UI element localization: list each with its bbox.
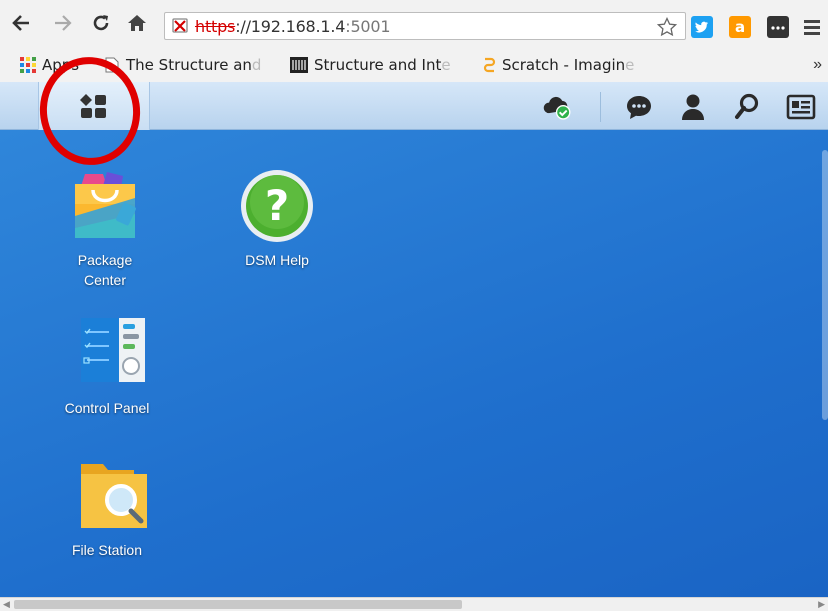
url-scheme: https (195, 17, 236, 36)
scroll-right-arrow-icon[interactable]: ▶ (818, 599, 825, 610)
dsm-desktop: Package Center ? DSM Help Control Panel … (0, 130, 828, 597)
help-icon: ? (237, 166, 317, 246)
reload-button[interactable] (88, 10, 114, 36)
bookmark-scratch[interactable]: Scratch - Imagine (482, 54, 650, 76)
chrome-menu-icon[interactable] (800, 15, 824, 39)
amazon-extension-icon[interactable]: a (728, 15, 752, 39)
sicp-book-icon (290, 57, 308, 73)
file-station-label: File Station (71, 542, 143, 558)
back-button[interactable] (8, 10, 34, 36)
taskbar-divider (600, 92, 601, 122)
bookmarks-overflow-button[interactable]: » (813, 56, 822, 74)
dsm-help-label: DSM Help (245, 252, 309, 268)
apps-grid-icon (20, 57, 36, 73)
horizontal-scroll-thumb[interactable] (14, 600, 462, 609)
url-text: https://192.168.1.4:5001 (195, 17, 391, 36)
scroll-left-arrow-icon[interactable]: ◀ (3, 599, 10, 610)
browser-toolbar: https://192.168.1.4:5001 a (0, 0, 828, 48)
shortcut-dsm-help[interactable]: ? DSM Help (222, 166, 332, 270)
control-panel-label: Control Panel (64, 400, 150, 416)
shortcut-control-panel[interactable]: Control Panel (52, 314, 162, 418)
shortcut-file-station[interactable]: File Station (52, 456, 162, 560)
twitter-extension-icon[interactable] (690, 15, 714, 39)
url-port: :5001 (345, 17, 391, 36)
horizontal-scrollbar[interactable]: ◀ ▶ (0, 597, 828, 611)
notifications-icon[interactable] (624, 92, 654, 122)
widgets-icon[interactable] (786, 92, 816, 122)
home-icon (128, 15, 146, 31)
svg-text:a: a (735, 18, 745, 36)
svg-text:?: ? (265, 181, 289, 230)
bookmark-star-icon[interactable] (657, 17, 677, 37)
package-center-icon (65, 166, 145, 246)
file-station-icon (67, 456, 147, 536)
url-host: ://192.168.1.4 (235, 17, 346, 36)
bookmark-structure-an[interactable]: The Structure and (104, 54, 274, 76)
forward-button[interactable] (50, 10, 76, 36)
back-arrow-icon (12, 15, 29, 31)
bookmark-label: Scratch - Imagine (502, 56, 635, 74)
cloud-sync-status-icon[interactable] (542, 92, 572, 122)
more-extension-icon[interactable] (766, 15, 790, 39)
vertical-scrollbar[interactable] (822, 150, 828, 420)
package-center-label: Package Center (77, 252, 133, 288)
control-panel-icon (67, 314, 147, 394)
scratch-icon (483, 57, 496, 73)
reload-icon (93, 15, 109, 31)
insecure-lock-icon (172, 18, 188, 33)
address-bar[interactable]: https://192.168.1.4:5001 (164, 12, 686, 40)
home-button[interactable] (124, 10, 150, 36)
user-options-icon[interactable] (678, 92, 708, 122)
bookmark-structure-and-int[interactable]: Structure and Inte (290, 54, 468, 76)
shortcut-package-center[interactable]: Package Center (50, 166, 160, 290)
bookmark-label: Structure and Inte (314, 56, 451, 74)
search-icon[interactable] (732, 92, 762, 122)
forward-arrow-icon (55, 15, 72, 31)
bookmark-label: The Structure and (126, 56, 262, 74)
